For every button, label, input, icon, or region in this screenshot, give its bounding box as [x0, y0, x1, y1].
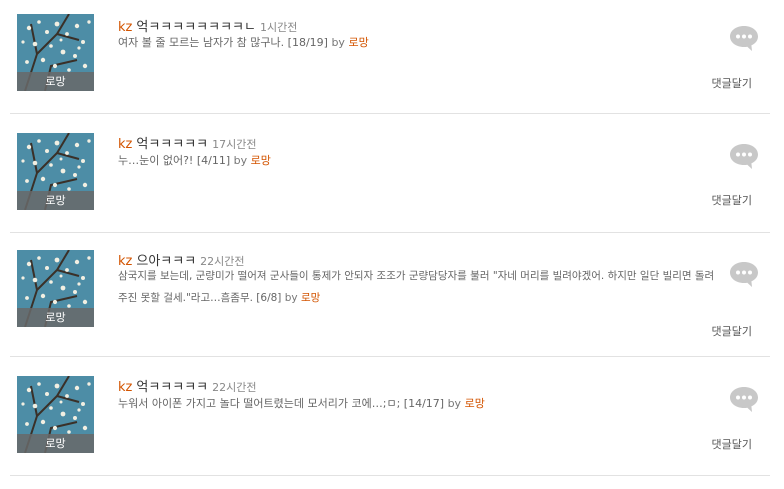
avatar-caption: 로망	[17, 191, 94, 210]
quoted-text: 여자 볼 줄 모르는 남자가 참 많구나. [18/19] by 로망	[118, 32, 718, 54]
quote-ref[interactable]: [18/19]	[288, 36, 328, 49]
reply-button[interactable]: 댓글달기	[712, 436, 752, 452]
quoted-text: 누…눈이 없어?! [4/11] by 로망	[118, 150, 718, 172]
speech-bubble-icon[interactable]	[728, 142, 760, 170]
avatar[interactable]: 로망	[17, 250, 94, 327]
author-link[interactable]: 로망	[301, 292, 320, 304]
quoted-text: 누워서 아이폰 가지고 놀다 떨어트렸는데 모서리가 코에…;ㅁ; [14/17…	[118, 393, 718, 415]
by-label: by	[284, 292, 298, 304]
speech-bubble-icon[interactable]	[728, 24, 760, 52]
quote-text: 누워서 아이폰 가지고 놀다 떨어트렸는데 모서리가 코에…;ㅁ;	[118, 397, 401, 410]
author-link[interactable]: 로망	[465, 397, 485, 410]
author-link[interactable]: 로망	[251, 154, 271, 167]
comment-item: 로망 kz 억ㅋㅋㅋㅋㅋ 17시간전 누…눈이 없어?! [4/11] by 로망 …	[10, 133, 770, 233]
comment-item: 로망 kz 억ㅋㅋㅋㅋㅋ 22시간전 누워서 아이폰 가지고 놀다 떨어트렸는데 모…	[10, 376, 770, 476]
reply-button[interactable]: 댓글달기	[712, 192, 752, 208]
avatar-caption: 로망	[17, 434, 94, 453]
quote-text: 삼국지를 보는데, 군량미가 떨어져 군사들이 통제가 안되자 조조가 군량담당…	[118, 270, 715, 304]
quoted-text: 삼국지를 보는데, 군량미가 떨어져 군사들이 통제가 안되자 조조가 군량담당…	[118, 265, 718, 309]
reply-button[interactable]: 댓글달기	[712, 323, 752, 339]
avatar-caption: 로망	[17, 308, 94, 327]
speech-bubble-icon[interactable]	[728, 385, 760, 413]
avatar[interactable]: 로망	[17, 376, 94, 453]
reply-button[interactable]: 댓글달기	[712, 75, 752, 91]
author-link[interactable]: 로망	[348, 36, 368, 49]
by-label: by	[233, 154, 248, 167]
speech-bubble-icon[interactable]	[728, 260, 760, 288]
by-label: by	[447, 397, 462, 410]
quote-text: 여자 볼 줄 모르는 남자가 참 많구나.	[118, 36, 285, 49]
quote-text: 누…눈이 없어?!	[118, 154, 194, 167]
quote-ref[interactable]: [6/8]	[256, 292, 281, 304]
comment-item: 로망 kz 억ㅋㅋㅋㅋㅋㅋㅋㅋㄴ 1시간전 여자 볼 줄 모르는 남자가 참 많구나…	[10, 14, 770, 114]
by-label: by	[331, 36, 345, 49]
quote-ref[interactable]: [4/11]	[197, 154, 230, 167]
comment-feed: 로망 kz 억ㅋㅋㅋㅋㅋㅋㅋㅋㄴ 1시간전 여자 볼 줄 모르는 남자가 참 많구나…	[0, 0, 784, 489]
avatar[interactable]: 로망	[17, 133, 94, 210]
comment-item: 로망 kz 으아ㅋㅋㅋ 22시간전 삼국지를 보는데, 군량미가 떨어져 군사들이 …	[10, 250, 770, 357]
quote-ref[interactable]: [14/17]	[404, 397, 444, 410]
avatar-caption: 로망	[17, 72, 94, 91]
avatar[interactable]: 로망	[17, 14, 94, 91]
